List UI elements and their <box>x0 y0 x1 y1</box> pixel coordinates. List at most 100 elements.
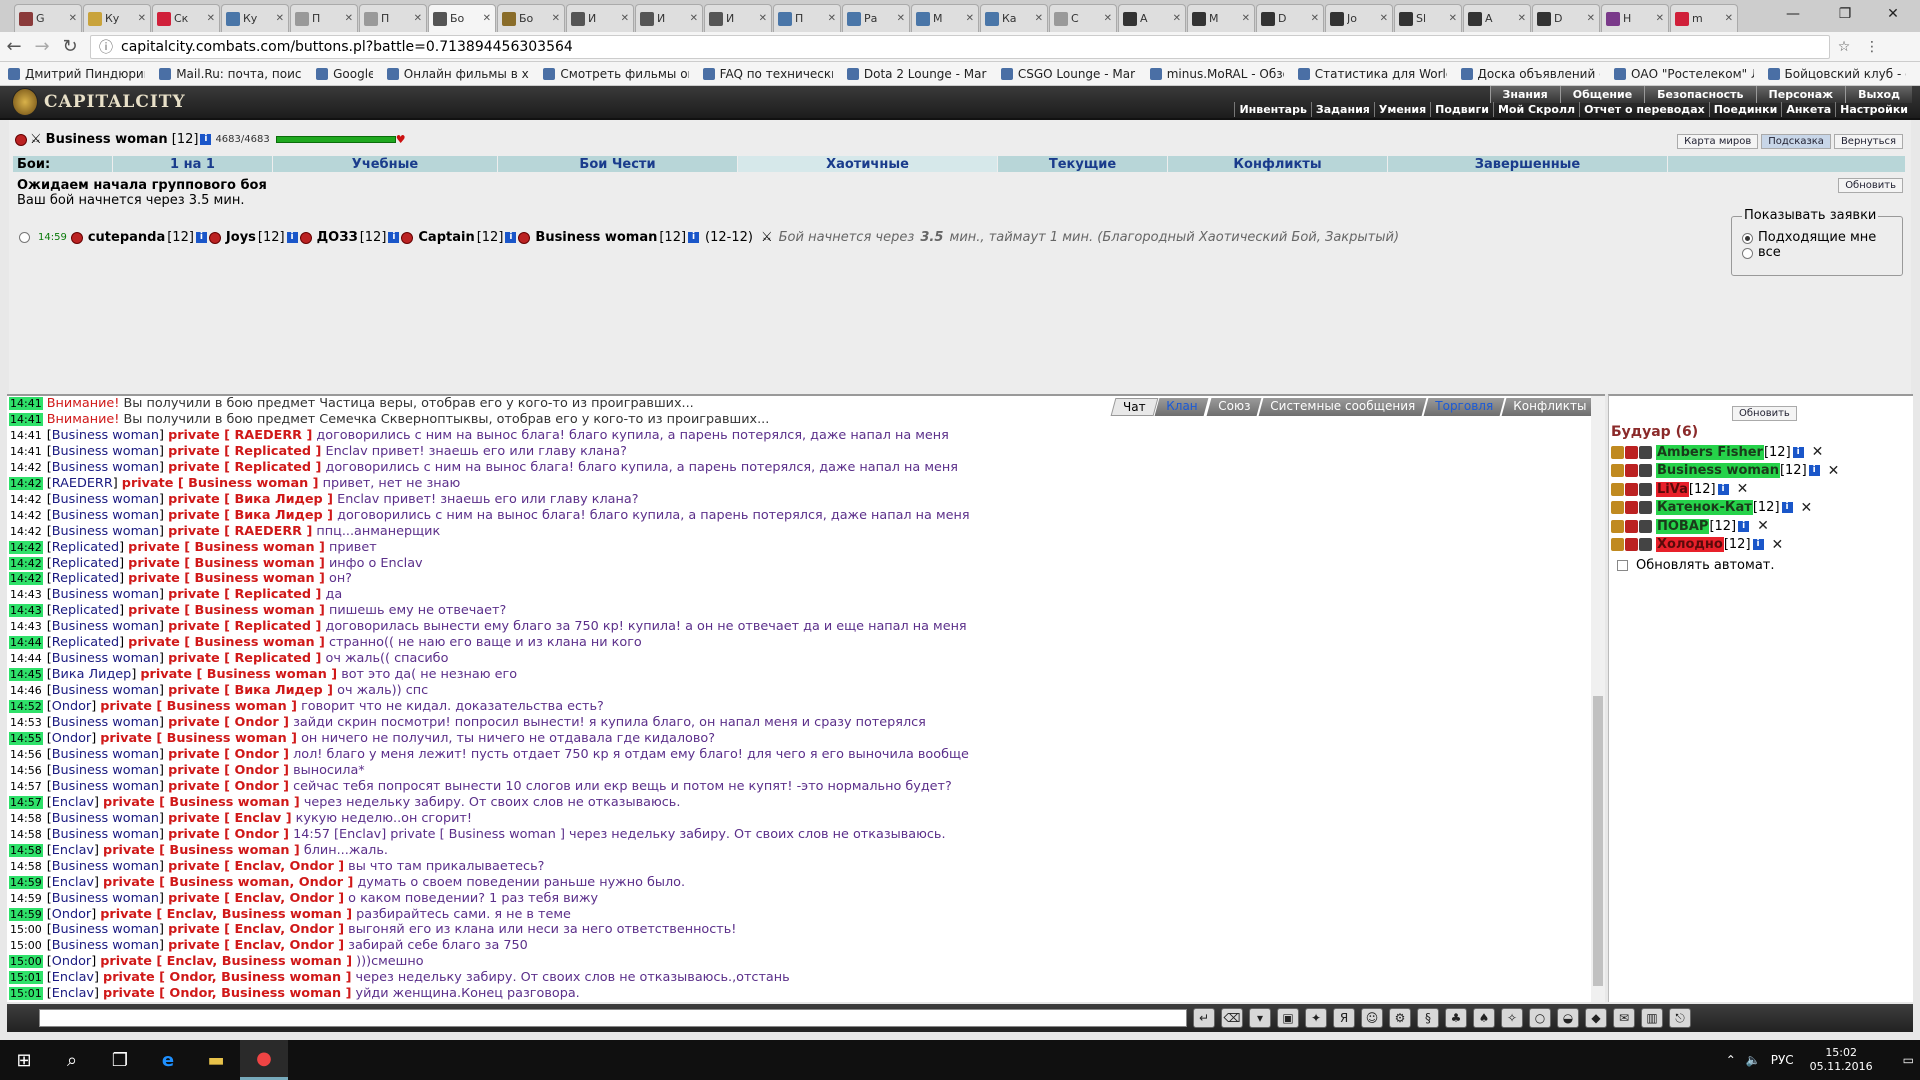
chat-sender[interactable]: Enclav <box>52 795 94 810</box>
user-remove-icon[interactable]: ✕ <box>1812 444 1824 460</box>
char-name[interactable]: Business woman <box>46 132 168 147</box>
chat-sender[interactable]: Business woman <box>52 922 159 937</box>
potion-icon[interactable]: ♣ <box>1445 1008 1467 1028</box>
user-info-icon[interactable]: i <box>1717 483 1729 495</box>
top-menu-item[interactable]: Знания <box>1489 86 1560 103</box>
chat-private[interactable]: private [ Ondor ] <box>168 779 289 794</box>
bookmark-item[interactable]: Статистика для World <box>1297 67 1447 81</box>
bookmark-item[interactable]: Mail.Ru: почта, поиск <box>159 67 302 81</box>
chat-private[interactable]: private [ Business woman ] <box>103 843 300 858</box>
back-button[interactable]: ← <box>0 36 28 57</box>
tab-close-icon[interactable]: ✕ <box>1656 13 1664 24</box>
chat-tab[interactable]: Чат <box>1110 398 1158 416</box>
top-menu-item[interactable]: Выход <box>1845 86 1912 103</box>
chat-sender[interactable]: Business woman <box>52 827 159 842</box>
chat-private[interactable]: private [ Replicated ] <box>168 444 321 459</box>
chat-sender[interactable]: Replicated <box>52 571 119 586</box>
menu-icon[interactable]: ⋮ <box>1858 39 1886 55</box>
bookmark-item[interactable]: Доска объявлений о <box>1460 67 1600 81</box>
translit-icon[interactable]: Я <box>1333 1008 1355 1028</box>
explorer-icon[interactable]: ▬ <box>192 1040 240 1080</box>
forward-button[interactable]: → <box>28 36 56 57</box>
tab-close-icon[interactable]: ✕ <box>552 13 560 24</box>
user-name[interactable]: Катенок-Кат <box>1656 500 1753 515</box>
chat-sender[interactable]: Enclav <box>52 986 94 1001</box>
chat-private[interactable]: private [ Business woman ] <box>100 731 297 746</box>
refresh-button[interactable]: Обновить <box>1838 178 1903 193</box>
bookmark-item[interactable]: Бойцовский клуб - о <box>1767 67 1906 81</box>
chat-sender[interactable]: Enclav <box>52 843 94 858</box>
fight-tab[interactable]: Завершенные <box>1388 156 1668 172</box>
player-info-icon[interactable]: i <box>195 232 207 243</box>
chat-sender[interactable]: Ondor <box>52 731 91 746</box>
chat-sender[interactable]: Business woman <box>52 428 159 443</box>
chat-tab[interactable]: Конфликты <box>1501 398 1598 416</box>
browser-tab[interactable]: И ✕ <box>635 4 703 32</box>
filter-icon[interactable]: ▾ <box>1249 1008 1271 1028</box>
bookmark-star-icon[interactable]: ☆ <box>1830 39 1858 55</box>
user-info-icon[interactable]: i <box>1781 502 1793 513</box>
sub-menu-item[interactable]: Умения <box>1373 102 1430 117</box>
auto-refresh-checkbox[interactable] <box>1617 560 1628 571</box>
bookmark-item[interactable]: Google <box>316 67 373 81</box>
bookmark-item[interactable]: Смотреть фильмы он <box>543 67 689 81</box>
chat-time[interactable]: 14:46 <box>9 684 43 697</box>
room-refresh-button[interactable]: Обновить <box>1732 406 1797 421</box>
chat-time[interactable]: 14:59 <box>9 892 43 905</box>
chat-sender[interactable]: Enclav <box>52 970 94 985</box>
chrome-icon[interactable]: ● <box>240 1040 288 1080</box>
chat-private[interactable]: private [ Replicated ] <box>168 587 321 602</box>
player-info-icon[interactable]: i <box>388 232 400 243</box>
player-name[interactable]: Business woman <box>535 230 657 245</box>
chat-time[interactable]: 15:01 <box>9 971 43 985</box>
chat-time[interactable]: 14:45 <box>9 668 43 682</box>
filter-all-label[interactable]: все <box>1758 245 1781 260</box>
chat-sender[interactable]: Business woman <box>52 747 159 762</box>
filter-all-radio[interactable] <box>1742 248 1753 259</box>
chat-time[interactable]: 14:58 <box>9 812 43 825</box>
tab-close-icon[interactable]: ✕ <box>1725 13 1733 24</box>
hint-button[interactable]: Подсказка <box>1761 134 1831 149</box>
browser-tab[interactable]: С ✕ <box>1049 4 1117 32</box>
browser-tab[interactable]: Н ✕ <box>1601 4 1669 32</box>
chat-private[interactable]: private [ Ondor, Business woman ] <box>103 970 351 985</box>
game-logo[interactable]: CAPITALCITY <box>10 92 186 112</box>
bookmark-item[interactable]: ОАО "Ростелеком" Л <box>1613 67 1754 81</box>
helmet-icon[interactable]: ◒ <box>1557 1008 1579 1028</box>
chat-time[interactable]: 14:44 <box>9 636 43 650</box>
chat-tab[interactable]: Союз <box>1206 398 1262 416</box>
chat-private[interactable]: private [ Business woman ] <box>122 476 319 491</box>
fight-icon[interactable]: ✦ <box>1305 1008 1327 1028</box>
tab-close-icon[interactable]: ✕ <box>690 13 698 24</box>
chat-sender[interactable]: Business woman <box>52 492 159 507</box>
chat-sender[interactable]: Ondor <box>52 699 91 714</box>
chat-private[interactable]: private [ Ondor ] <box>168 715 289 730</box>
tab-close-icon[interactable]: ✕ <box>828 13 836 24</box>
user-name[interactable]: Ambers Fisher <box>1656 444 1764 460</box>
chat-private[interactable]: private [ Business woman ] <box>128 556 325 571</box>
user-info-icon[interactable]: i <box>1808 465 1820 476</box>
player-info-icon[interactable]: i <box>286 232 298 243</box>
chat-time[interactable]: 14:44 <box>9 652 43 665</box>
tab-close-icon[interactable]: ✕ <box>345 13 353 24</box>
tab-close-icon[interactable]: ✕ <box>1104 13 1112 24</box>
bookmark-item[interactable]: Dota 2 Lounge - Mark <box>846 67 987 81</box>
chat-sender[interactable]: Вика Лидер <box>52 667 132 682</box>
scroll-thumb[interactable] <box>1593 696 1603 986</box>
user-info-icon[interactable]: i <box>1738 520 1750 532</box>
chat-time[interactable]: 14:41 <box>9 397 43 410</box>
browser-tab[interactable]: D ✕ <box>1532 4 1600 32</box>
user-info-icon[interactable]: i <box>1752 539 1764 550</box>
tab-close-icon[interactable]: ✕ <box>897 13 905 24</box>
chat-time[interactable]: 14:42 <box>9 556 43 570</box>
chat-sender[interactable]: Business woman <box>52 763 159 778</box>
chat-sender[interactable]: Business woman <box>52 891 159 906</box>
chat-tab[interactable]: Клан <box>1154 398 1210 416</box>
user-remove-icon[interactable]: ✕ <box>1801 500 1813 516</box>
chat-sender[interactable]: Replicated <box>52 540 119 555</box>
rune-icon[interactable]: ✧ <box>1501 1008 1523 1028</box>
tab-close-icon[interactable]: ✕ <box>1311 13 1319 24</box>
chat-time[interactable]: 14:42 <box>9 540 43 554</box>
chat-time[interactable]: 14:41 <box>9 429 43 442</box>
sub-menu-item[interactable]: Поединки <box>1708 102 1782 117</box>
